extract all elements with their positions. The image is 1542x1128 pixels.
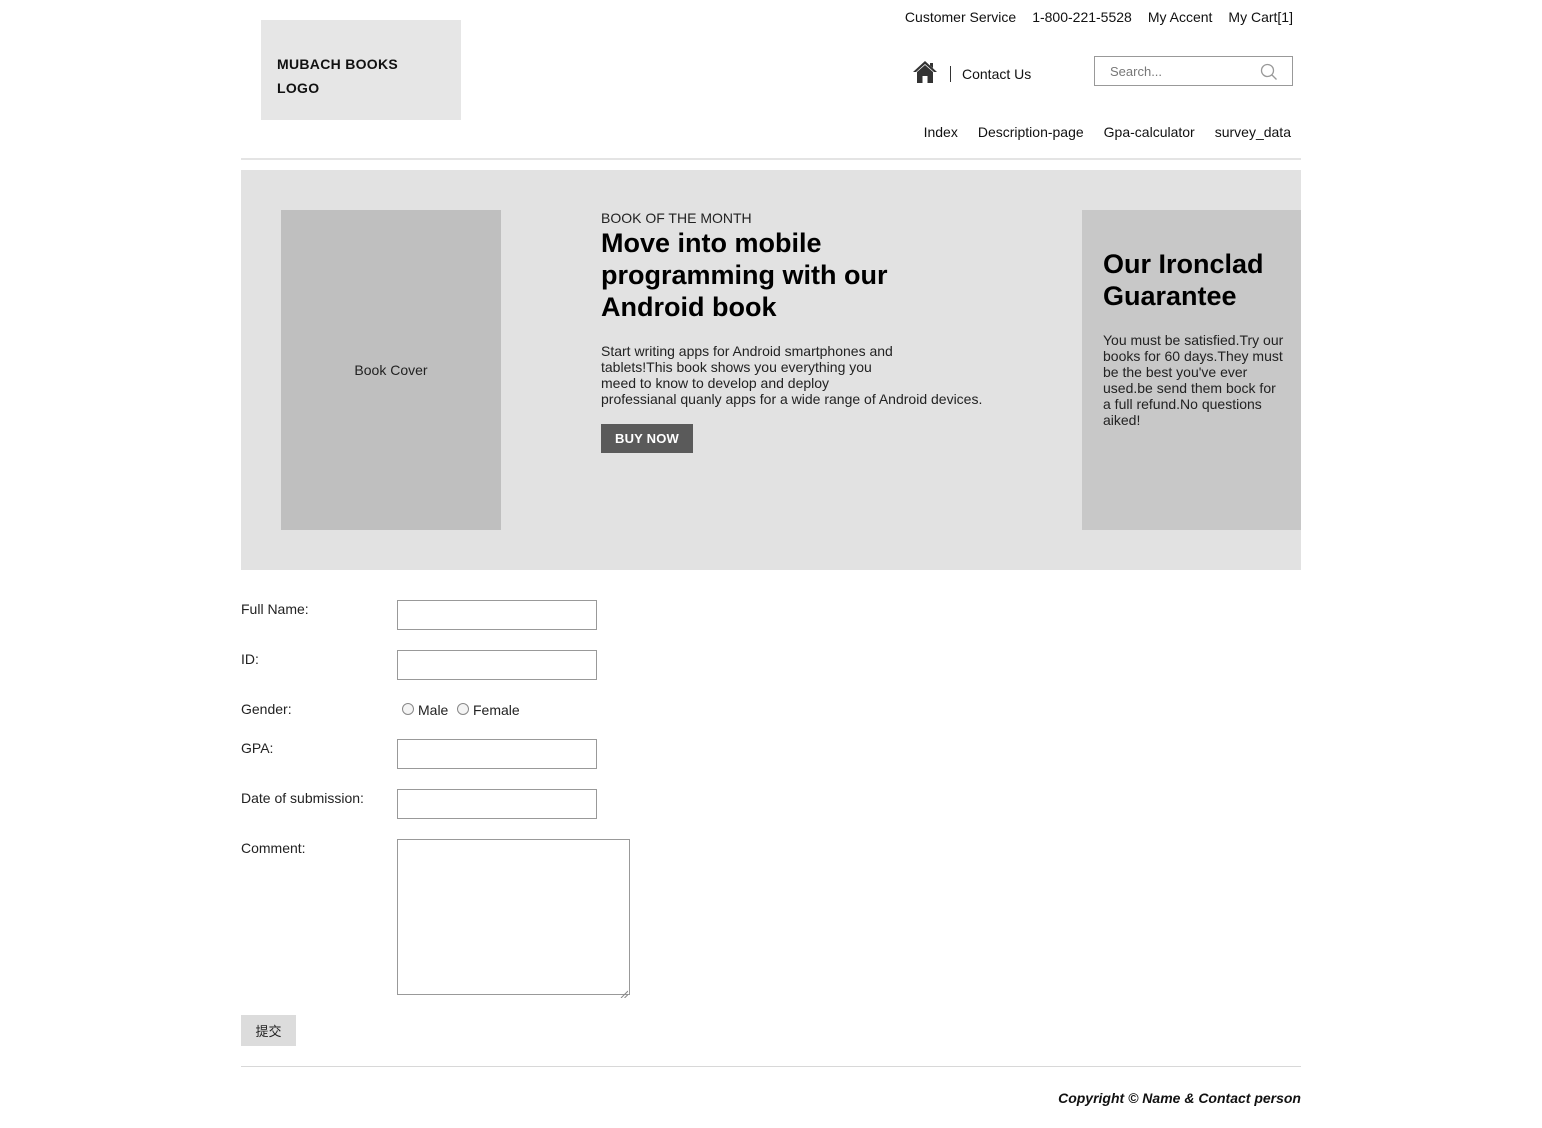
- guarantee-text: You must be satisfied.Try our books for …: [1103, 332, 1284, 428]
- book-cover-placeholder: Book Cover: [281, 210, 501, 530]
- guarantee-title: Our Ironclad Guarantee: [1103, 249, 1264, 311]
- home-icon[interactable]: [912, 60, 938, 84]
- customer-service-link[interactable]: Customer Service: [905, 9, 1016, 25]
- header-separator: [950, 66, 951, 82]
- full-name-label: Full Name:: [241, 601, 309, 617]
- contact-us-link[interactable]: Contact Us: [962, 66, 1031, 82]
- date-label: Date of submission:: [241, 790, 364, 806]
- hero-headline: Move into mobile programming with our An…: [601, 228, 888, 322]
- blurb-line: meed to know to develop and deploy: [601, 375, 830, 391]
- resize-grip-icon[interactable]: [620, 985, 629, 999]
- blurb-line: Start writing apps for Android smartphon…: [601, 343, 893, 359]
- full-name-input[interactable]: [397, 600, 597, 630]
- nav-item-description-page[interactable]: Description-page: [978, 124, 1084, 140]
- hero-kicker: BOOK OF THE MONTH: [601, 210, 752, 226]
- submit-button[interactable]: 提交: [241, 1015, 296, 1046]
- comment-label: Comment:: [241, 840, 306, 856]
- buy-now-button[interactable]: BUY NOW: [601, 424, 693, 453]
- id-input[interactable]: [397, 650, 597, 680]
- logo-line-2: LOGO: [277, 80, 320, 96]
- header-divider: [241, 158, 1301, 160]
- search-box: [1094, 56, 1293, 86]
- logo-text: MUBACH BOOKS LOGO: [277, 52, 398, 100]
- nav-item-survey-data[interactable]: survey_data: [1215, 124, 1291, 140]
- id-label: ID:: [241, 651, 259, 667]
- hero-blurb: Start writing apps for Android smartphon…: [601, 343, 996, 407]
- logo-line-1: MUBACH BOOKS: [277, 56, 399, 72]
- gpa-input[interactable]: [397, 739, 597, 769]
- footer-divider: [241, 1066, 1301, 1067]
- blurb-line: professianal quanly apps for a wide rang…: [601, 391, 983, 407]
- guarantee-panel: Our Ironclad Guarantee You must be satis…: [1082, 210, 1301, 530]
- gender-male-radio[interactable]: [402, 703, 414, 715]
- blurb-line: tablets!This book shows you everything y…: [601, 359, 872, 375]
- gender-female-label[interactable]: Female: [473, 702, 520, 718]
- book-cover-label: Book Cover: [354, 362, 428, 378]
- my-account-link[interactable]: My Accent: [1148, 9, 1213, 25]
- gender-female-radio[interactable]: [457, 703, 469, 715]
- gpa-label: GPA:: [241, 740, 274, 756]
- nav-item-gpa-calculator[interactable]: Gpa-calculator: [1104, 124, 1195, 140]
- my-cart-link[interactable]: My Cart[1]: [1228, 9, 1293, 25]
- date-input[interactable]: [397, 789, 597, 819]
- nav-item-index[interactable]: Index: [924, 124, 958, 140]
- gender-label: Gender:: [241, 701, 292, 717]
- comment-textarea[interactable]: [397, 839, 630, 999]
- phone-number: 1-800-221-5528: [1032, 9, 1132, 25]
- top-links: Customer Service 1-800-221-5528 My Accen…: [905, 9, 1293, 25]
- search-icon[interactable]: [1260, 63, 1278, 81]
- copyright-text: Copyright © Name & Contact person: [1058, 1090, 1301, 1106]
- main-nav: Index Description-page Gpa-calculator su…: [924, 124, 1291, 140]
- hero-banner: Book Cover BOOK OF THE MONTH Move into m…: [241, 170, 1301, 570]
- site-logo[interactable]: MUBACH BOOKS LOGO: [261, 20, 461, 120]
- search-input[interactable]: [1108, 63, 1262, 80]
- gender-male-label[interactable]: Male: [418, 702, 448, 718]
